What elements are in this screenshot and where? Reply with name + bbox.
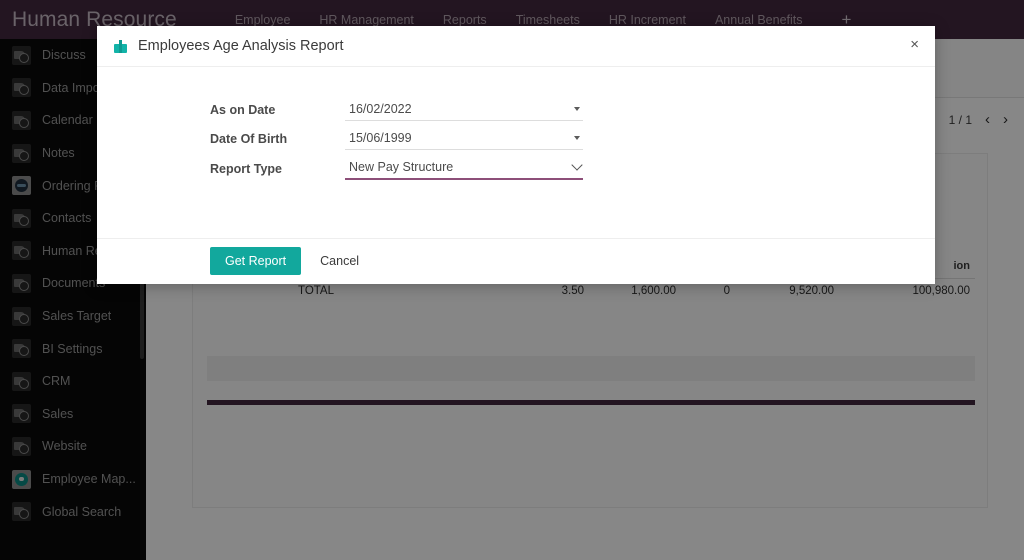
employees-age-analysis-dialog: Employees Age Analysis Report × As on Da… <box>97 26 935 284</box>
field-row-report-type: Report Type New Pay Structure <box>210 157 583 180</box>
as-on-date-input[interactable] <box>345 99 583 121</box>
field-row-as-on-date: As on Date <box>210 99 583 121</box>
dialog-header: Employees Age Analysis Report × <box>97 26 935 67</box>
report-type-field: New Pay Structure <box>345 157 583 180</box>
cancel-button[interactable]: Cancel <box>320 254 359 268</box>
gift-icon <box>114 39 127 53</box>
dialog-footer: Get Report Cancel <box>97 239 935 283</box>
report-type-label: Report Type <box>210 161 282 176</box>
date-of-birth-input[interactable] <box>345 128 583 150</box>
application-window: 1 / 1 ‹ › ion TOTAL 3.50 1,600.00 0 9,52… <box>0 0 1024 560</box>
get-report-button[interactable]: Get Report <box>210 247 302 275</box>
dialog-title: Employees Age Analysis Report <box>138 38 344 54</box>
report-type-select[interactable]: New Pay Structure <box>345 157 583 180</box>
dialog-body: As on Date Date Of Birth Report Type New… <box>97 67 935 239</box>
as-on-date-label: As on Date <box>210 103 276 117</box>
date-of-birth-field <box>345 128 583 150</box>
date-of-birth-label: Date Of Birth <box>210 132 288 146</box>
close-icon[interactable]: × <box>910 37 919 52</box>
field-row-date-of-birth: Date Of Birth <box>210 128 583 150</box>
as-on-date-field <box>345 99 583 121</box>
